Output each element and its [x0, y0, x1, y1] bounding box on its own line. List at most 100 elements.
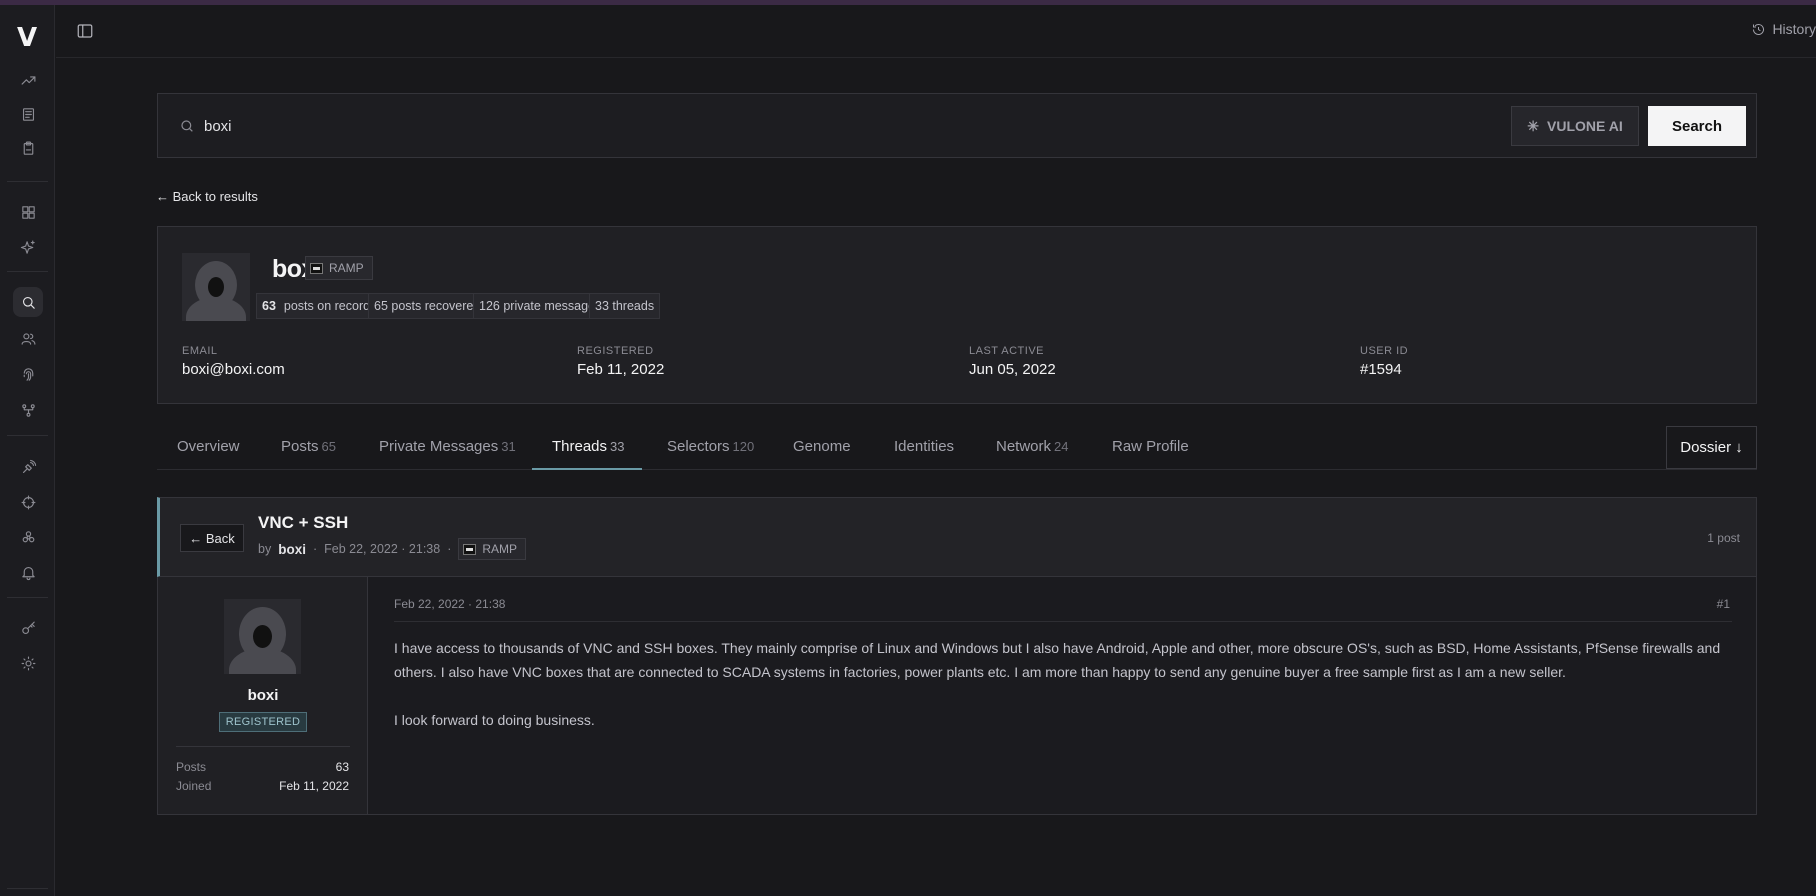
sun-icon[interactable]	[13, 648, 43, 678]
bell-icon[interactable]	[13, 557, 43, 587]
fingerprint-icon[interactable]	[13, 359, 43, 389]
source-badge-label: RAMP	[482, 542, 518, 556]
by-label: by	[258, 542, 272, 556]
tab-network[interactable]: Network 24	[996, 438, 1068, 455]
source-badge-label: RAMP	[329, 261, 364, 275]
tab-raw-profile[interactable]: Raw Profile	[1112, 438, 1189, 455]
last-active-value: Jun 05, 2022	[969, 361, 1056, 378]
tab-label: Overview	[177, 438, 240, 455]
post-author-panel: boxi REGISTERED Posts 63 Joined Feb 11, …	[158, 577, 368, 814]
joined-stat-label: Joined	[176, 779, 212, 793]
registered-label: REGISTERED	[577, 345, 654, 357]
tab-count: 33	[610, 439, 625, 454]
tab-private-messages[interactable]: Private Messages 31	[379, 438, 516, 455]
thread-date: Feb 22, 2022 · 21:38	[324, 542, 441, 556]
post: boxi REGISTERED Posts 63 Joined Feb 11, …	[157, 577, 1757, 815]
private-messages-pill: 126 private messages	[473, 293, 608, 319]
tab-genome[interactable]: Genome	[793, 438, 851, 455]
tab-count: 120	[732, 439, 755, 454]
post-body: I have access to thousands of VNC and SS…	[394, 637, 1734, 733]
crosshair-icon[interactable]	[13, 487, 43, 517]
posts-stat-label: Posts	[176, 760, 207, 774]
app-logo[interactable]: V	[17, 23, 37, 53]
panel-toggle-icon[interactable]	[76, 22, 96, 42]
post-paragraph: I have access to thousands of VNC and SS…	[394, 640, 1721, 680]
search-bar: ✳ VULONE AI Search	[157, 93, 1757, 158]
sparkle-icon: ✳	[1527, 117, 1539, 134]
tab-label: Genome	[793, 438, 851, 455]
newspaper-icon[interactable]	[13, 99, 43, 129]
post-paragraph: I look forward to doing business.	[394, 712, 595, 728]
ramp-logo-icon	[463, 543, 477, 555]
meta-separator: ·	[447, 542, 452, 556]
search-input[interactable]	[204, 112, 1404, 140]
tab-identities[interactable]: Identities	[894, 438, 954, 455]
last-active-label: LAST ACTIVE	[969, 345, 1044, 357]
back-to-results-link[interactable]: ← Back to results	[156, 189, 258, 204]
posts-on-record-label: posts on record	[283, 299, 371, 313]
search-icon[interactable]	[13, 287, 43, 317]
tab-label: Threads	[552, 438, 608, 455]
avatar	[224, 599, 301, 674]
biohazard-icon[interactable]	[13, 522, 43, 552]
network-icon[interactable]	[13, 395, 43, 425]
threads-pill: 33 threads	[589, 293, 661, 319]
tab-selectors[interactable]: Selectors 120	[667, 438, 754, 455]
user-id-label: USER ID	[1360, 345, 1409, 357]
tab-label: Identities	[894, 438, 955, 455]
tab-count: 65	[321, 439, 336, 454]
avatar	[182, 253, 250, 321]
topbar: History	[56, 5, 1816, 58]
thread-post-count: 1 post	[1707, 531, 1740, 545]
tab-label: Private Messages	[379, 438, 499, 455]
sparkle-icon[interactable]	[13, 232, 43, 262]
source-badge[interactable]: RAMP	[305, 256, 373, 280]
thread-author-link[interactable]: boxi	[278, 542, 306, 557]
posts-recovered-pill: 65 posts recovered	[368, 293, 487, 319]
ramp-logo-icon	[310, 262, 323, 274]
tab-label: Selectors	[667, 438, 730, 455]
history-button[interactable]: History	[1751, 21, 1816, 37]
email-value: boxi@boxi.com	[182, 361, 285, 378]
tab-overview[interactable]: Overview	[177, 438, 240, 455]
author-panel-divider	[176, 746, 350, 747]
user-id-value: #1594	[1360, 361, 1402, 378]
post-author-name[interactable]: boxi	[158, 687, 368, 704]
sidebar-divider	[7, 435, 48, 436]
vulone-ai-button[interactable]: ✳ VULONE AI	[1511, 106, 1639, 146]
clipboard-icon[interactable]	[13, 133, 43, 163]
post-date: Feb 22, 2022 · 21:38	[394, 597, 506, 611]
thread-title: VNC + SSH	[258, 513, 349, 532]
posts-on-record-pill: 63 posts on record	[256, 293, 377, 319]
thread-header: ← Back VNC + SSH by boxi · Feb 22, 2022 …	[157, 497, 1757, 577]
meta-separator: ·	[312, 542, 318, 556]
tab-posts[interactable]: Posts 65	[281, 438, 336, 455]
back-button[interactable]: ← Back	[180, 524, 244, 552]
tab-label: Raw Profile	[1112, 438, 1189, 455]
sidebar-divider	[7, 271, 48, 272]
dashboard-icon[interactable]	[13, 197, 43, 227]
dossier-button[interactable]: Dossier ↓	[1666, 426, 1757, 469]
profile-tabs: Overview Posts 65 Private Messages 31 Thre…	[157, 426, 1757, 470]
email-label: EMAIL	[182, 345, 218, 357]
search-icon	[179, 118, 195, 139]
posts-on-record-count: 63	[262, 299, 276, 313]
post-number-link[interactable]: #1	[1717, 597, 1730, 611]
search-button[interactable]: Search	[1648, 106, 1746, 146]
key-icon[interactable]	[13, 613, 43, 643]
profile-card: boxi RAMP 63 posts on record 65 posts re…	[157, 226, 1757, 404]
tab-count: 31	[501, 439, 516, 454]
sidebar-divider	[7, 181, 48, 182]
sidebar-divider	[7, 888, 48, 889]
sidebar-divider	[7, 597, 48, 598]
satellite-icon[interactable]	[13, 452, 43, 482]
vulone-ai-label: VULONE AI	[1547, 118, 1623, 134]
tab-count: 24	[1054, 439, 1069, 454]
joined-stat-value: Feb 11, 2022	[279, 779, 349, 793]
trending-up-icon[interactable]	[13, 65, 43, 95]
tab-label: Posts	[281, 438, 319, 455]
source-badge[interactable]: RAMP	[458, 538, 527, 560]
tab-threads[interactable]: Threads 33	[552, 438, 625, 455]
users-icon[interactable]	[13, 323, 43, 353]
history-icon	[1753, 23, 1765, 35]
